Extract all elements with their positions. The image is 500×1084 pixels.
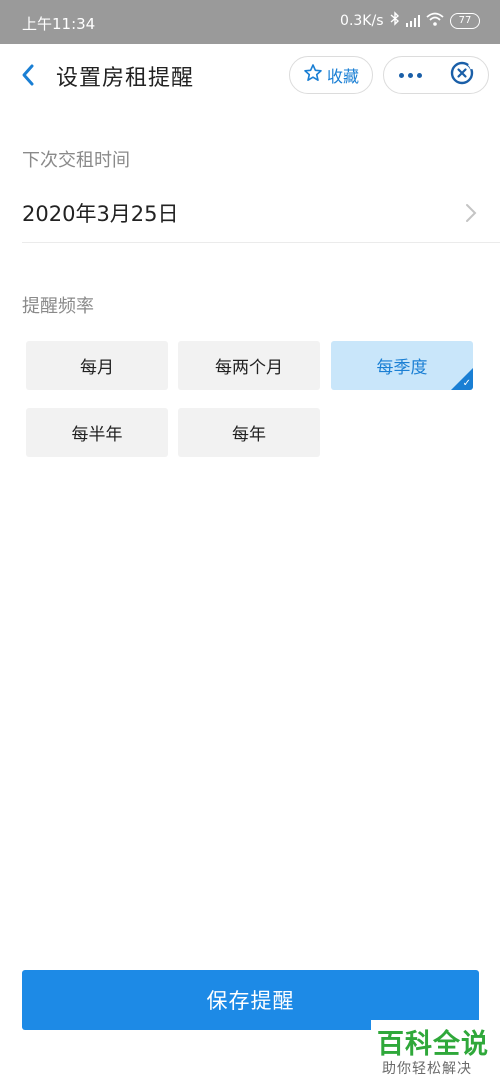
close-button[interactable] [436, 57, 488, 93]
status-time: 上午11:34 [22, 15, 96, 33]
check-icon: ✓ [462, 378, 471, 389]
frequency-option-yearly[interactable]: 每年 [178, 408, 320, 457]
page-title: 设置房租提醒 [56, 66, 195, 91]
frequency-option-quarterly[interactable]: 每季度 ✓ [331, 341, 473, 390]
more-button[interactable] [384, 57, 436, 93]
frequency-option-label: 每季度 [376, 358, 428, 378]
favorite-label: 收藏 [326, 67, 359, 86]
frequency-option-semiannual[interactable]: 每半年 [26, 408, 168, 457]
back-button[interactable] [14, 60, 44, 90]
date-picker-row[interactable]: 2020年3月25日 [22, 190, 500, 243]
wifi-icon [426, 12, 444, 30]
next-rent-label: 下次交租时间 [22, 150, 130, 171]
more-dots-icon [398, 72, 422, 78]
watermark-title: 百科全说 [377, 1029, 489, 1060]
signal-icon [405, 14, 420, 27]
mini-app-capsule [383, 56, 489, 94]
title-bar: 设置房租提醒 收藏 [0, 44, 500, 108]
chevron-right-icon [464, 202, 478, 228]
back-arrow-icon [14, 64, 44, 94]
bluetooth-icon [390, 11, 400, 30]
status-bar: 上午11:34 0.3K/s 77 [0, 0, 500, 44]
close-circle-icon [449, 60, 475, 90]
frequency-option-bimonthly[interactable]: 每两个月 [178, 341, 320, 390]
star-icon [303, 63, 323, 87]
frequency-option-monthly[interactable]: 每月 [26, 341, 168, 390]
battery-icon: 77 [450, 12, 480, 29]
watermark-subtitle: 助你轻松解决 [382, 1061, 472, 1077]
network-speed: 0.3K/s [340, 12, 384, 29]
status-indicators: 0.3K/s 77 [340, 11, 480, 30]
watermark: 百科全说 助你轻松解决 [371, 1020, 500, 1084]
frequency-label: 提醒频率 [22, 296, 94, 317]
next-rent-date: 2020年3月25日 [22, 202, 179, 226]
favorite-button[interactable]: 收藏 [289, 56, 373, 94]
